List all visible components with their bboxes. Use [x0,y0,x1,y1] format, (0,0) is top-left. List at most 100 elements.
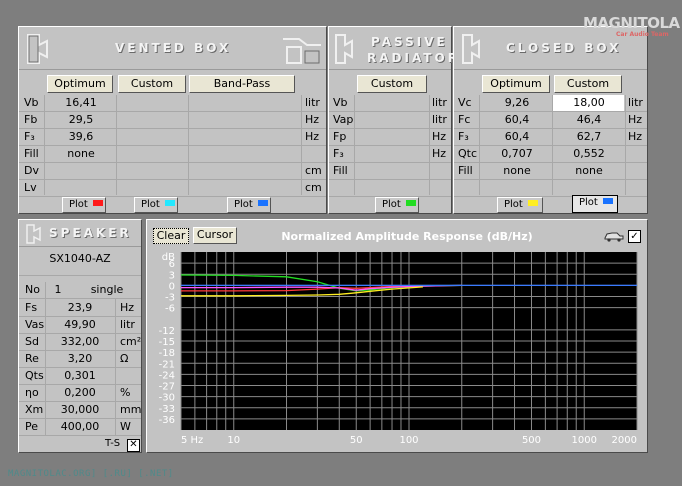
plot-color-swatch [527,200,538,206]
y-tick-label: 0 [169,281,175,292]
row-divider [19,162,326,163]
param-value[interactable]: 0,552 [554,146,624,162]
vented-box-title: VENTED BOX [115,41,232,55]
param-label: Xm [25,403,44,416]
param-label: Fill [333,164,348,177]
param-value[interactable]: 30,000 [47,402,113,418]
unit-label: % [120,386,131,399]
closed-custom-button[interactable]: Custom [554,75,622,93]
param-label: Vb [333,96,348,109]
param-value[interactable]: 332,00 [47,334,113,350]
param-value[interactable]: 39,6 [47,129,115,145]
unit-label: Hz [432,130,447,143]
param-value[interactable]: none [47,146,115,162]
param-label: Sd [25,335,39,348]
param-value[interactable]: 60,4 [482,112,552,128]
param-label: Vas [25,318,45,331]
vented-optimum-button[interactable]: Optimum [47,75,113,93]
param-value[interactable]: 0,707 [482,146,552,162]
graph-panel: Clear Cursor Normalized Amplitude Respon… [146,219,648,453]
vented-box-panel: VENTED BOX Optimum Custom Band-Pass Vb 16… [18,26,327,214]
ts-close-checkbox[interactable]: ✕ [127,439,140,452]
param-label: Fs [25,301,38,314]
plot-color-swatch [164,200,175,206]
param-value[interactable]: 23,9 [47,300,113,316]
row-divider [19,435,141,436]
passive-plot-button[interactable]: Plot [375,197,419,213]
closed-box-title: CLOSED BOX [506,41,622,55]
closed-optimum-button[interactable]: Optimum [482,75,550,93]
x-tick-label: 50 [350,435,363,446]
param-value[interactable]: none [482,163,552,179]
y-tick-label: 6 [169,259,175,270]
speaker-header: SPEAKER [19,220,141,247]
param-value[interactable]: 3,20 [47,351,113,367]
vented-box-header: VENTED BOX [19,27,326,70]
param-value[interactable]: 60,4 [482,129,552,145]
param-value[interactable]: 0,301 [47,368,113,384]
cursor-button[interactable]: Cursor [193,227,237,244]
speaker-model: SX1040-AZ [49,252,111,265]
plot-color-swatch [405,200,416,206]
vented-bandpass-plot-button[interactable]: Plot [227,197,271,213]
passive-radiator-panel: PASSIVE RADIATOR Custom Vb litr Vap litr Fp H… [328,26,457,214]
param-value[interactable]: 49,90 [47,317,113,333]
car-icon[interactable] [603,230,625,242]
param-value[interactable]: 29,5 [47,112,115,128]
unit-label: Hz [432,147,447,160]
ts-label: T-S [105,438,121,449]
param-value[interactable]: 18,00 [554,95,624,111]
logo-subtitle: Car Audio Team [616,31,669,38]
passive-custom-button[interactable]: Custom [357,75,427,93]
passive-radiator-title-1: PASSIVE [371,35,448,49]
param-value[interactable]: none [554,163,624,179]
y-tick-label: -21 [159,359,175,370]
param-label: Fp [333,130,347,143]
unit-label: cm² [120,335,142,348]
magnitola-logo: MAGNITOLA [583,14,680,32]
closed-box-panel: CLOSED BOX Optimum Custom Vc 9,26 18,00 lit… [453,26,648,214]
row-divider [454,179,647,180]
param-value[interactable]: 62,7 [554,129,624,145]
plot-color-swatch [602,198,613,204]
speaker-mode[interactable]: single [77,282,137,298]
vented-optimum-plot-button[interactable]: Plot [62,197,106,213]
closed-optimum-plot-button[interactable]: Plot [497,197,543,213]
unit-label: Hz [628,113,643,126]
graph-title: Normalized Amplitude Response (dB/Hz) [281,230,533,243]
speaker-panel: SPEAKER SX1040-AZ No 1 single Fs 23,9 Hz Va… [18,219,142,453]
param-label: Vap [333,113,354,126]
param-label: F₃ [333,147,344,160]
param-label: Vb [24,96,39,109]
param-value[interactable]: 0,200 [47,385,113,401]
y-tick-label: -24 [159,370,175,381]
unit-label: mm [120,403,142,416]
x-tick-label: 5 Hz [181,435,203,446]
speaker-right-icon [283,38,321,64]
y-tick-label: -18 [159,348,175,359]
vented-bandpass-button[interactable]: Band-Pass [189,75,295,93]
unit-label: litr [432,113,447,126]
param-label: Fb [24,113,38,126]
param-value[interactable]: 9,26 [482,95,552,111]
unit-label: Hz [305,113,320,126]
vented-custom-plot-button[interactable]: Plot [134,197,178,213]
param-label: Pe [25,420,39,433]
speaker-no-value[interactable]: 1 [47,282,69,298]
passive-radiator-title-2: RADIATOR [367,51,460,65]
graph-checkbox[interactable]: ✓ [628,230,641,243]
y-tick-label: -36 [159,415,175,426]
param-value[interactable]: 46,4 [554,112,624,128]
clear-button[interactable]: Clear [153,228,189,244]
plot-color-swatch [92,200,103,206]
param-value[interactable]: 400,00 [47,419,113,435]
param-label: Vc [458,96,472,109]
y-tick-label: -15 [159,337,175,348]
vented-custom-button[interactable]: Custom [118,75,186,93]
speaker-left-icon [27,34,48,64]
param-label: Qts [25,369,44,382]
amplitude-response-chart[interactable]: dB630-3-6-12-15-18-21-24-27-30-33-365 Hz… [147,248,647,452]
param-value[interactable]: 16,41 [47,95,115,111]
closed-custom-plot-button[interactable]: Plot [572,195,618,213]
y-tick-label: 3 [169,270,175,281]
